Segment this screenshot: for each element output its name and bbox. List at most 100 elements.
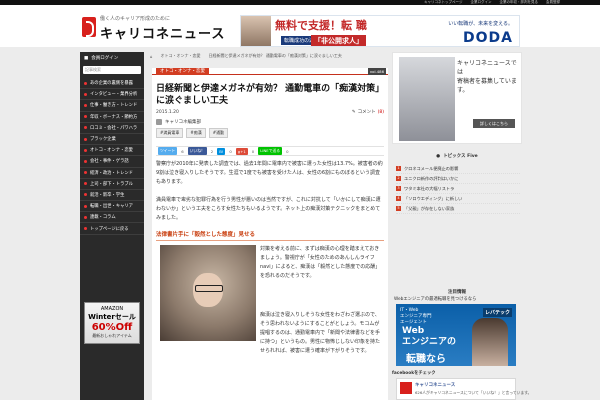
logo-tagline: 働く人のキャリア形成のために <box>100 16 171 22</box>
sidebar-item[interactable]: あの企業の裏側を暴露 <box>80 78 144 90</box>
hatena-button[interactable]: B! <box>217 147 226 155</box>
bullet-icon <box>84 171 87 175</box>
sidebar-item[interactable]: 仕事・働き方・トレンド <box>80 100 144 112</box>
sidebar-item-label: トップページに戻る <box>90 226 129 232</box>
pocket-count: 0 <box>286 148 289 154</box>
topic-item[interactable]: 4 「ソロウエディング」に新しい <box>396 194 520 204</box>
bullet-icon <box>84 193 87 197</box>
engineer-ad-label: IT・Web エンジニア専門 エージェント <box>400 308 432 325</box>
engineer-ad-cta: 転職なら <box>406 354 446 365</box>
sidebar-ad[interactable]: AMAZON Winterセール 60%Off 最新おしゃれアイテム <box>84 302 140 344</box>
topic-label: クロネコメール便廃止の影響 <box>404 165 459 171</box>
topic-item[interactable]: 3 ワタミ本社の大幅リストラ <box>396 184 520 194</box>
ad-brand: DODA <box>463 30 513 46</box>
sidebar-item-label: 経済・政治・トレンド <box>90 170 133 176</box>
member-login[interactable]: ■ 会員ログイン <box>80 52 144 64</box>
facebook-heading: facebookをチェック <box>392 371 436 376</box>
line-button[interactable]: LINEで送る <box>258 147 283 155</box>
sidebar: ■ 会員ログイン 記事検索 あの企業の裏側を暴露 インタビュー・業界分析 仕事・… <box>80 52 144 400</box>
search-placeholder: 記事検索 <box>85 67 101 72</box>
sidebar-item[interactable]: 経済・政治・トレンド <box>80 168 144 179</box>
sidebar-item[interactable]: 転職・出世・キャリア <box>80 201 144 213</box>
site-logo[interactable]: 働く人のキャリア形成のために キャリコネニュース <box>82 15 262 43</box>
topic-item[interactable]: 1 クロネコメール便廃止の影響 <box>396 164 520 174</box>
facebook-page-name[interactable]: キャリコネニュース <box>415 382 455 388</box>
sidebar-item[interactable]: 上司・部下・トラブル <box>80 179 144 190</box>
sidebar-item-label: 年収・ボーナス・節約方 <box>90 114 138 120</box>
bullet-icon <box>84 126 87 130</box>
bullet-icon <box>84 227 87 231</box>
article-paragraph: 警察庁が2010年に発表した調査では、過去1年間に電車内で被害に遭った女性は13… <box>156 161 383 185</box>
ad-headline: 無料で支援！転 職 <box>275 19 367 32</box>
rank-badge: 3 <box>396 186 401 191</box>
home-icon[interactable]: ⌂ <box>150 54 153 59</box>
gplus-button[interactable]: g+1 <box>235 147 248 155</box>
sidebar-item[interactable]: ロコミ・会社・パワハラ <box>80 123 144 134</box>
rank-badge: 1 <box>396 166 401 171</box>
site-header: 働く人のキャリア形成のために キャリコネニュース 無料で支援！転 職 転職成功の… <box>0 5 600 47</box>
bullet-icon <box>84 182 87 186</box>
sidebar-item-label: 転職・出世・キャリア <box>90 204 133 210</box>
tag[interactable]: #痴漢 <box>186 128 206 138</box>
sidebar-item[interactable]: 連載・コラム <box>80 212 144 224</box>
tag[interactable]: #満員電車 <box>156 128 184 138</box>
rank-badge: 5 <box>396 206 401 211</box>
topic-label: ワタミ本社の大幅リストラ <box>404 185 455 191</box>
gplus-count: 0 <box>251 148 255 154</box>
sidebar-item-label: 会社・事件・ゲラ話 <box>90 159 129 165</box>
sidebar-item[interactable]: トップページに戻る <box>80 223 144 235</box>
sidebar-item-label: あの企業の裏側を暴露 <box>90 81 133 87</box>
sidebar-item-label: オトコ・オンナ・恋愛 <box>90 148 133 154</box>
category-bar: オトコ・オンナ・恋愛 vol.486 <box>152 68 388 75</box>
rank-badge: 2 <box>396 176 401 181</box>
author-name: キャリコネ編集部 <box>165 120 201 125</box>
comment-link[interactable]: ✎ コメント (8) <box>351 109 384 116</box>
tweet-button[interactable]: ツイート <box>158 147 178 155</box>
article: オトコ・オンナ・恋愛 vol.486 日経新聞と伊達メガネが有効？ 通勤電車の「… <box>152 68 388 400</box>
engineer-ad-brand: レバテック <box>482 308 512 317</box>
article-paragraph: 対策を考える前に、まずは痴漢の心理を踏まえておきましょう。警視庁が「女性のための… <box>260 246 381 279</box>
logo-text: キャリコネニュース <box>100 27 226 42</box>
sidebar-item-label: 就活・新卒・学生 <box>90 192 125 198</box>
attention-title: 注目情報 <box>448 290 466 295</box>
search-input[interactable]: 記事検索 <box>83 66 141 74</box>
like-count: 2 <box>210 148 214 154</box>
sidebar-item[interactable]: 年収・ボーナス・節約方 <box>80 112 144 123</box>
writer-recruit-banner[interactable]: キャリコネニュースでは 寄稿者を募集しています。 詳しくはこちら <box>392 52 522 144</box>
topics-title: トピックス Five <box>443 154 478 159</box>
header-ad-banner[interactable]: 無料で支援！転 職 転職成功の近道は 「非公開求人」 いい転職が、未来を変える。… <box>240 15 520 47</box>
login-label: 会員ログイン <box>91 56 119 61</box>
sidebar-item[interactable]: インタビュー・業界分析 <box>80 89 144 101</box>
right-column: キャリコネニュースでは 寄稿者を募集しています。 詳しくはこちら ● トピックス… <box>392 52 531 400</box>
sidebar-item-label: 連載・コラム <box>90 215 116 221</box>
tag[interactable]: #通勤 <box>208 128 229 138</box>
comment-icon: ✎ <box>351 109 356 115</box>
login-icon: ■ <box>84 55 89 61</box>
sidebar-item[interactable]: 会社・事件・ゲラ話 <box>80 156 144 168</box>
like-button[interactable]: いいね！ <box>187 147 207 155</box>
bullet-icon <box>84 215 87 219</box>
article-date: 2015.1.20 <box>156 110 179 115</box>
breadcrumb-item[interactable]: オトコ・オンナ・恋愛 <box>161 53 201 59</box>
banner-details-button[interactable]: 詳しくはこちら <box>473 119 515 128</box>
sidebar-item-label: 上司・部下・トラブル <box>90 181 133 187</box>
sidebar-item[interactable]: 就活・新卒・学生 <box>80 190 144 202</box>
topic-item[interactable]: 2 ユニクロ新作の評判はいかに <box>396 174 520 184</box>
category-tag[interactable]: オトコ・オンナ・恋愛 <box>156 68 209 75</box>
bullet-icon <box>84 148 87 152</box>
bullet-icon <box>84 115 87 119</box>
facebook-widget[interactable]: キャリコネニュース 626人がキャリコネニュースについて「いいね！」と言っていま… <box>396 378 531 400</box>
sidebar-item[interactable]: オトコ・オンナ・恋愛 <box>80 145 144 157</box>
ad-photo <box>241 16 271 46</box>
tweet-count: 6 <box>181 148 184 154</box>
sidebar-ad-discount: 60%Off <box>91 322 133 333</box>
engineer-ad[interactable]: IT・Web エンジニア専門 エージェント Web エンジニアの 転職なら レバ… <box>396 304 516 366</box>
attention-link[interactable]: Webエンジニアの最適転職を見つけるなら <box>394 296 476 302</box>
sidebar-item[interactable]: ブラック企業 <box>80 134 144 146</box>
facebook-like-count: 626人がキャリコネニュースについて「いいね！」と言っています。 <box>415 390 532 395</box>
bullet-icon <box>84 159 87 163</box>
topic-item[interactable]: 5 「父親」が存在しない家族 <box>396 204 520 214</box>
bullet-icon <box>84 204 87 208</box>
topics-list: 1 クロネコメール便廃止の影響 2 ユニクロ新作の評判はいかに 3 ワタミ本社の大幅リ… <box>396 164 520 214</box>
ad-slogan: いい転職が、未来を変える。 <box>448 21 513 27</box>
